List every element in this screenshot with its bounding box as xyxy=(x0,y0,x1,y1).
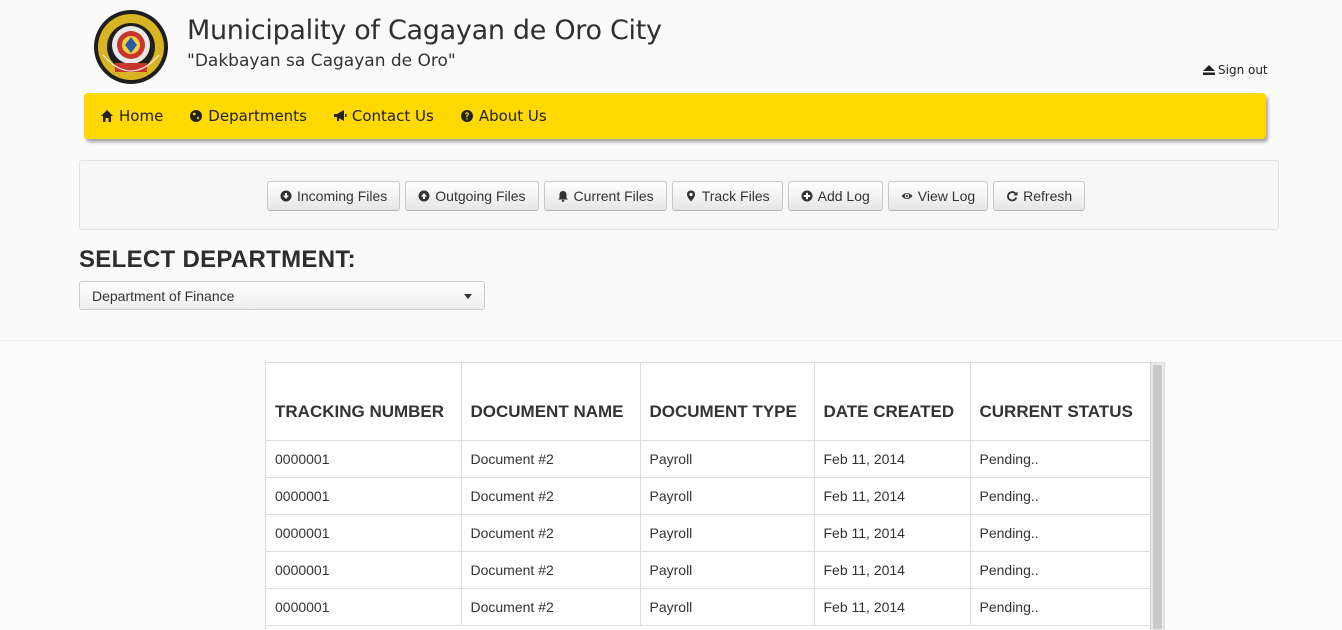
nav-item-contact-us[interactable]: Contact Us xyxy=(333,107,434,125)
home-icon xyxy=(101,110,113,122)
track-files-button[interactable]: Track Files xyxy=(671,181,783,211)
column-header-document-name: DOCUMENT NAME xyxy=(461,363,641,441)
column-header-current-status: CURRENT STATUS xyxy=(970,363,1152,441)
globe-icon xyxy=(190,110,203,122)
table-row[interactable]: 0000001 Document #2 Payroll Feb 11, 2014… xyxy=(266,514,1152,552)
main-navbar: Home Departments Contact Us About Us xyxy=(84,93,1266,139)
plus-circle-icon xyxy=(801,190,813,202)
nav-item-departments[interactable]: Departments xyxy=(189,107,307,125)
column-header-date-created: DATE CREATED xyxy=(814,363,971,441)
nav-item-contact-us-label: Contact Us xyxy=(351,107,434,125)
cell-tracking-number: 0000001 xyxy=(266,440,462,478)
nav-item-about-us[interactable]: About Us xyxy=(460,107,547,125)
file-actions-panel: Incoming Files Outgoing Files Current Fi… xyxy=(79,160,1279,230)
sign-out-label: Sign out xyxy=(1218,63,1268,77)
cell-document-type: Payroll xyxy=(640,514,815,552)
cell-current-status: Pending.. xyxy=(970,588,1152,626)
sign-out-link[interactable]: Sign out xyxy=(1203,63,1268,77)
refresh-icon xyxy=(1007,191,1018,202)
column-header-document-type: DOCUMENT TYPE xyxy=(640,363,815,441)
bullhorn-icon xyxy=(333,110,347,121)
cell-document-name: Document #2 xyxy=(461,514,641,552)
view-log-label: View Log xyxy=(917,188,976,204)
documents-table: TRACKING NUMBER DOCUMENT NAME DOCUMENT T… xyxy=(266,363,1152,626)
caret-down-icon xyxy=(464,294,472,299)
table-row[interactable]: 0000001 Document #2 Payroll Feb 11, 2014… xyxy=(266,551,1152,589)
cell-document-name: Document #2 xyxy=(461,551,641,589)
eye-icon xyxy=(901,193,913,199)
arrow-circle-up-icon xyxy=(418,190,430,202)
add-log-button[interactable]: Add Log xyxy=(787,181,883,211)
cell-date-created: Feb 11, 2014 xyxy=(814,551,971,589)
file-actions-toolbar: Incoming Files Outgoing Files Current Fi… xyxy=(267,181,1086,211)
cell-document-name: Document #2 xyxy=(461,477,641,515)
current-files-button[interactable]: Current Files xyxy=(543,181,667,211)
table-header-row: TRACKING NUMBER DOCUMENT NAME DOCUMENT T… xyxy=(266,363,1152,441)
city-seal-logo xyxy=(94,10,168,84)
page-header: Municipality of Cagayan de Oro City "Dak… xyxy=(0,0,1342,92)
scrollbar-thumb[interactable] xyxy=(1153,365,1162,629)
table-row[interactable]: 0000001 Document #2 Payroll Feb 11, 2014… xyxy=(266,588,1152,626)
nav-item-about-us-label: About Us xyxy=(478,107,547,125)
cell-current-status: Pending.. xyxy=(970,440,1152,478)
cell-date-created: Feb 11, 2014 xyxy=(814,440,971,478)
cell-date-created: Feb 11, 2014 xyxy=(814,477,971,515)
view-log-button[interactable]: View Log xyxy=(887,181,989,211)
cell-document-type: Payroll xyxy=(640,477,815,515)
question-icon xyxy=(460,110,473,122)
nav-item-home-label: Home xyxy=(119,107,164,125)
incoming-files-button[interactable]: Incoming Files xyxy=(267,181,401,211)
cell-current-status: Pending.. xyxy=(970,514,1152,552)
cell-current-status: Pending.. xyxy=(970,551,1152,589)
cell-document-name: Document #2 xyxy=(461,588,641,626)
cell-date-created: Feb 11, 2014 xyxy=(814,588,971,626)
cell-tracking-number: 0000001 xyxy=(266,514,462,552)
department-select-value: Department of Finance xyxy=(92,287,235,304)
refresh-label: Refresh xyxy=(1023,188,1073,204)
eject-icon xyxy=(1203,65,1215,75)
column-header-tracking-number: TRACKING NUMBER xyxy=(266,363,462,441)
nav-item-departments-label: Departments xyxy=(208,107,307,125)
documents-table-container: TRACKING NUMBER DOCUMENT NAME DOCUMENT T… xyxy=(265,362,1165,630)
site-motto: "Dakbayan sa Cagayan de Oro" xyxy=(187,51,456,71)
incoming-files-label: Incoming Files xyxy=(297,188,388,204)
cell-document-type: Payroll xyxy=(640,588,815,626)
table-row[interactable]: 0000001 Document #2 Payroll Feb 11, 2014… xyxy=(266,440,1152,478)
current-files-label: Current Files xyxy=(573,188,654,204)
bell-icon xyxy=(557,191,568,202)
refresh-button[interactable]: Refresh xyxy=(993,181,1086,211)
table-row[interactable]: 0000001 Document #2 Payroll Feb 11, 2014… xyxy=(266,477,1152,515)
arrow-circle-down-icon xyxy=(280,190,292,202)
cell-document-name: Document #2 xyxy=(461,440,641,478)
department-select[interactable]: Department of Finance xyxy=(79,281,485,310)
map-marker-icon xyxy=(686,190,695,202)
select-department-heading: SELECT DEPARTMENT: xyxy=(79,246,356,273)
cell-tracking-number: 0000001 xyxy=(266,588,462,626)
outgoing-files-label: Outgoing Files xyxy=(435,188,526,204)
outgoing-files-button[interactable]: Outgoing Files xyxy=(405,181,539,211)
track-files-label: Track Files xyxy=(701,188,770,204)
cell-tracking-number: 0000001 xyxy=(266,477,462,515)
cell-tracking-number: 0000001 xyxy=(266,551,462,589)
cell-document-type: Payroll xyxy=(640,440,815,478)
cell-document-type: Payroll xyxy=(640,551,815,589)
table-scrollbar[interactable] xyxy=(1150,363,1164,630)
site-title: Municipality of Cagayan de Oro City xyxy=(187,15,662,46)
cell-date-created: Feb 11, 2014 xyxy=(814,514,971,552)
add-log-label: Add Log xyxy=(817,188,870,204)
cell-current-status: Pending.. xyxy=(970,477,1152,515)
nav-item-home[interactable]: Home xyxy=(100,107,163,125)
